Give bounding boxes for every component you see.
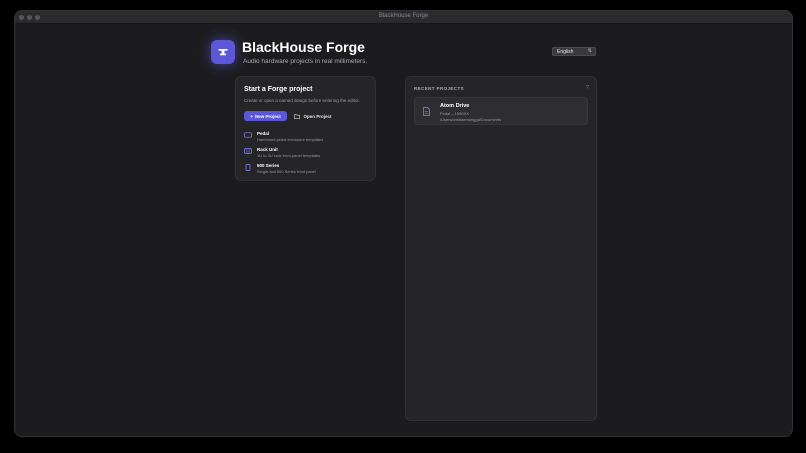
project-meta: Pedal – 1590XX [440, 111, 469, 116]
new-project-button[interactable]: + New Project [244, 111, 287, 121]
open-project-button[interactable]: Open Project [292, 111, 334, 121]
language-select[interactable]: English ⇅ [552, 47, 596, 56]
project-name: Atom Drive [440, 103, 470, 109]
app-title: BlackHouse Forge [242, 39, 365, 55]
window-title: BlackHouse Forge [378, 13, 429, 19]
pedal-icon [244, 132, 252, 138]
project-path: /Users/cristianmorigga/Documents [440, 117, 502, 122]
start-project-card: Start a Forge project Create or open a n… [235, 76, 376, 181]
folder-icon [294, 113, 301, 119]
template-rack-unit[interactable]: Rack Unit 1U to 4U rack front-panel temp… [244, 147, 369, 160]
template-name: Pedal [257, 131, 270, 136]
module-icon [245, 164, 251, 171]
template-name: 500 Series [257, 163, 280, 168]
rack-icon [244, 148, 252, 154]
app-window: BlackHouse Forge BlackHouse Forge Audio … [14, 10, 793, 437]
language-select-value: English [557, 49, 574, 55]
help-icon[interactable]: ? [586, 85, 589, 91]
app-subtitle: Audio hardware projects in real millimet… [243, 58, 368, 65]
open-project-label: Open Project [303, 113, 332, 119]
new-project-label: New Project [254, 113, 281, 119]
template-description: Hammond pedal enclosure templates [257, 137, 324, 142]
document-icon [423, 107, 430, 116]
template-500-series[interactable]: 500 Series Single-slot 500 Series front … [244, 163, 369, 176]
anvil-icon [211, 40, 235, 64]
start-card-title: Start a Forge project [244, 86, 313, 93]
template-pedal[interactable]: Pedal Hammond pedal enclosure templates [244, 131, 369, 144]
title-bar[interactable]: BlackHouse Forge [15, 11, 792, 24]
template-description: 1U to 4U rack front-panel templates [257, 153, 321, 158]
plus-icon: + [250, 113, 253, 119]
template-description: Single-slot 500 Series front panel [257, 169, 316, 174]
recent-project-item[interactable]: Atom Drive Pedal – 1590XX /Users/cristia… [414, 97, 588, 125]
template-name: Rack Unit [257, 147, 278, 152]
select-arrows-icon: ⇅ [587, 48, 592, 54]
recent-projects-header: RECENT PROJECTS [414, 86, 465, 91]
recent-projects-panel: RECENT PROJECTS ? Atom Drive Pedal – 159… [405, 76, 597, 421]
start-card-description: Create or open a named design before ent… [244, 98, 360, 103]
